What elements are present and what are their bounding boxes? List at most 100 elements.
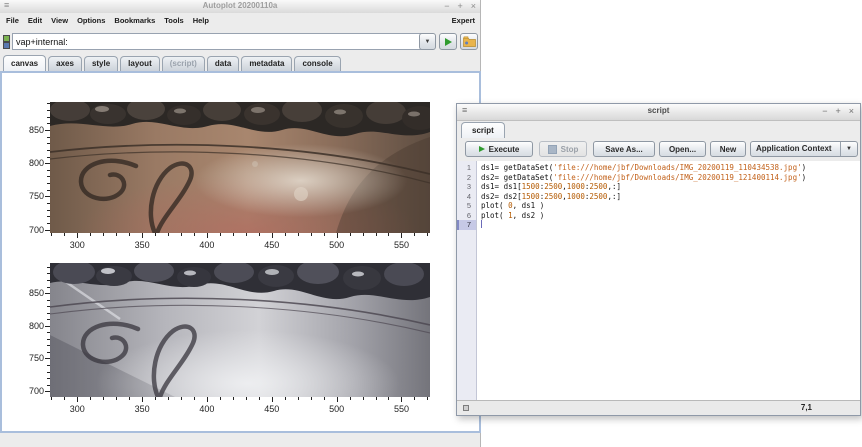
y-tick-mark xyxy=(47,143,50,145)
tab-style[interactable]: style xyxy=(83,56,119,71)
x-tick-mark xyxy=(388,397,390,400)
x-tick-mark xyxy=(323,233,325,236)
main-title-bar[interactable]: ≡ Autoplot 20200110a − + × xyxy=(0,0,480,14)
x-tick-mark xyxy=(258,233,260,236)
script-title-bar[interactable]: ≡ script − + × xyxy=(457,104,860,121)
code-line[interactable]: plot( 1, ds2 ) xyxy=(477,211,860,221)
code-line[interactable]: plot( 0, ds1 ) xyxy=(477,201,860,211)
menu-bookmarks[interactable]: Bookmarks xyxy=(114,16,155,25)
plot-canvas[interactable]: 300 350 400 450 500 550 700 750 800 850 xyxy=(0,71,481,433)
y-tick-mark xyxy=(47,156,50,158)
x-tick-mark xyxy=(90,233,92,236)
x-tick-mark xyxy=(271,397,273,402)
y-tick-mark xyxy=(45,293,50,295)
open-file-button[interactable] xyxy=(460,33,478,50)
line-number: 4 xyxy=(466,191,471,201)
x-tick-mark xyxy=(219,397,221,400)
script-minimize-icon[interactable]: − xyxy=(822,105,827,118)
x-tick-mark xyxy=(310,397,312,400)
y-tick-mark xyxy=(47,169,50,171)
go-button[interactable] xyxy=(439,33,457,50)
y-tick-mark xyxy=(47,176,50,178)
x-tick-label: 450 xyxy=(264,404,280,414)
x-tick-mark xyxy=(129,233,131,236)
y-tick-mark xyxy=(47,136,50,138)
x-tick-label: 350 xyxy=(134,404,150,414)
code-line[interactable]: ds1= ds1[1500:2500,1000:2500,:] xyxy=(477,182,860,192)
x-tick-mark xyxy=(116,233,118,236)
x-tick-mark xyxy=(336,397,338,402)
execute-button[interactable]: Execute xyxy=(465,141,533,157)
script-maximize-icon[interactable]: + xyxy=(835,105,840,118)
x-tick-mark xyxy=(427,397,429,400)
script-close-icon[interactable]: × xyxy=(849,105,854,118)
menu-expert[interactable]: Expert xyxy=(452,16,475,25)
engraved-plate-photo-2 xyxy=(50,263,430,397)
maximize-icon[interactable]: + xyxy=(457,0,462,13)
menu-view[interactable]: View xyxy=(51,16,68,25)
x-tick-mark xyxy=(206,233,208,238)
x-tick-mark xyxy=(103,397,105,400)
x-tick-mark xyxy=(401,233,403,238)
x-tick-mark xyxy=(297,233,299,236)
script-editor[interactable]: 1234567 ds1= getDataSet('file:///home/jb… xyxy=(457,161,860,401)
y-tick-label: 750 xyxy=(28,191,44,202)
menu-tools[interactable]: Tools xyxy=(164,16,183,25)
y-tick-mark xyxy=(45,229,50,231)
x-tick-mark xyxy=(129,397,131,400)
script-window: ≡ script − + × script Execute Stop Save … xyxy=(456,103,861,416)
code-line[interactable]: ds1= getDataSet('file:///home/jbf/Downlo… xyxy=(477,163,860,173)
x-tick-mark xyxy=(323,397,325,400)
tab-canvas[interactable]: canvas xyxy=(3,55,47,71)
x-tick-mark xyxy=(349,233,351,236)
x-tick-label: 550 xyxy=(393,240,409,250)
y-tick-mark xyxy=(47,116,50,118)
x-tick-mark xyxy=(193,397,195,400)
x-tick-mark xyxy=(64,397,66,400)
y-tick-mark xyxy=(47,345,50,347)
menu-bar: File Edit View Options Bookmarks Tools H… xyxy=(0,13,480,28)
uri-address-input[interactable] xyxy=(12,33,424,50)
x-tick-mark xyxy=(375,233,377,236)
tab-metadata[interactable]: metadata xyxy=(241,56,293,71)
close-icon[interactable]: × xyxy=(471,0,476,13)
menu-edit[interactable]: Edit xyxy=(28,16,42,25)
tab-data[interactable]: data xyxy=(206,56,240,71)
editor-gutter: 1234567 xyxy=(457,161,477,400)
code-area[interactable]: ds1= getDataSet('file:///home/jbf/Downlo… xyxy=(477,161,860,400)
save-as-button[interactable]: Save As... xyxy=(593,141,655,157)
tab-script[interactable]: (script) xyxy=(161,56,205,71)
menu-options[interactable]: Options xyxy=(77,16,105,25)
x-tick-label: 400 xyxy=(199,240,215,250)
code-line[interactable]: ds2= ds2[1500:2500,1000:2500,:] xyxy=(477,192,860,202)
x-tick-mark xyxy=(245,397,247,400)
minimize-icon[interactable]: − xyxy=(444,0,449,13)
uri-dropdown-button[interactable]: ▼ xyxy=(419,33,436,50)
code-line[interactable]: ds2= getDataSet('file:///home/jbf/Downlo… xyxy=(477,173,860,183)
tab-console[interactable]: console xyxy=(294,56,341,71)
line-number: 3 xyxy=(466,182,471,191)
menu-file[interactable]: File xyxy=(6,16,19,25)
script-toolbar: Execute Stop Save As... Open... New Appl… xyxy=(457,138,860,162)
x-tick-label: 550 xyxy=(393,404,409,414)
plot-image-1[interactable]: 300 350 400 450 500 550 700 750 800 850 xyxy=(29,102,430,250)
x-tick-label: 350 xyxy=(134,240,150,250)
x-tick-mark xyxy=(64,233,66,236)
menu-help[interactable]: Help xyxy=(193,16,209,25)
new-button[interactable]: New xyxy=(710,141,746,157)
x-tick-mark xyxy=(336,233,338,238)
code-line[interactable] xyxy=(477,220,860,230)
y-tick-mark xyxy=(47,209,50,211)
engraved-plate-photo-1 xyxy=(50,102,430,233)
tab-script-editor[interactable]: script xyxy=(461,122,505,138)
y-tick-mark xyxy=(45,163,50,165)
tab-layout[interactable]: layout xyxy=(120,56,160,71)
stop-square-icon xyxy=(547,144,557,154)
tab-axes[interactable]: axes xyxy=(48,56,82,71)
x-tick-mark xyxy=(297,397,299,400)
open-button[interactable]: Open... xyxy=(659,141,706,157)
context-select[interactable]: Application Context ▼ xyxy=(750,141,858,157)
y-tick-mark xyxy=(47,279,50,281)
plot-image-2[interactable]: 300 350 400 450 500 550 700 750 800 850 xyxy=(29,263,430,414)
x-tick-mark xyxy=(414,397,416,400)
